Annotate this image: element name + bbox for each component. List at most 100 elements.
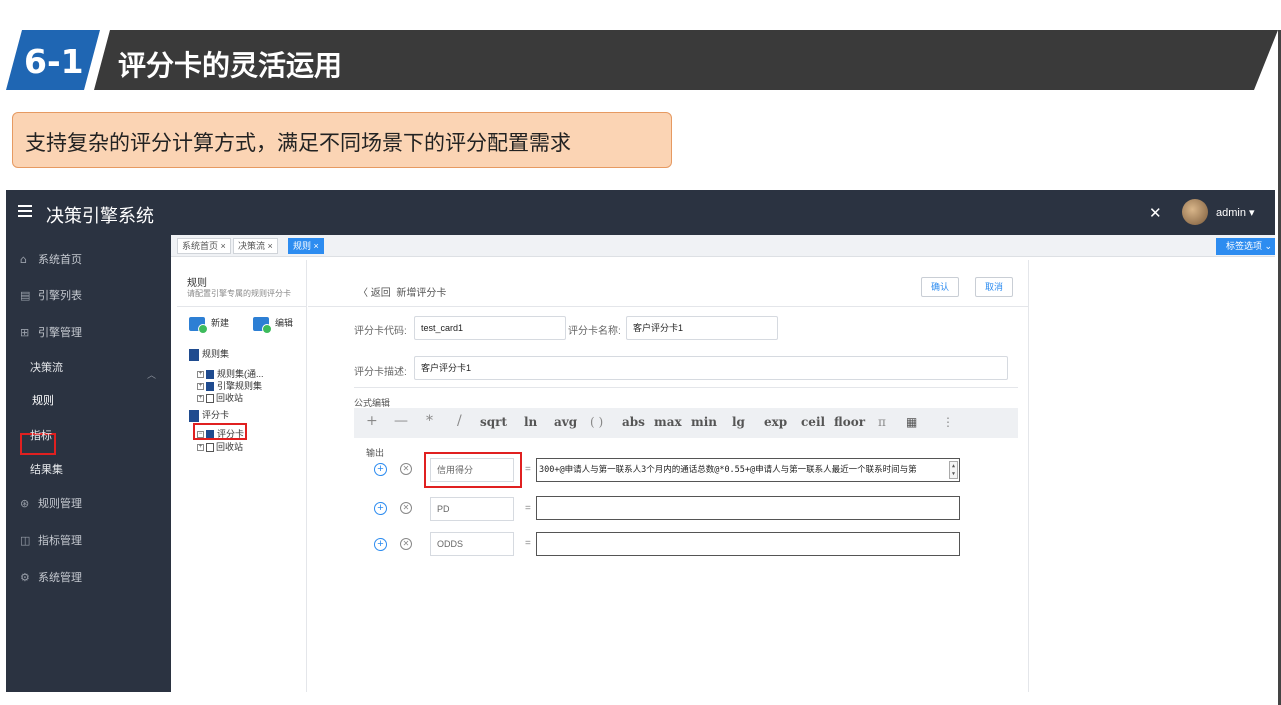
app-title: 决策引擎系统 (46, 206, 154, 227)
formula-input[interactable]: 300+@申请人与第一联系人3个月内的通话总数@*0.55+@申请人与第一联系人… (536, 458, 960, 482)
ln-function[interactable]: ln (524, 415, 537, 429)
sidebar-item-engine-manage[interactable]: ⊞ 引擎管理 (20, 324, 82, 340)
max-function[interactable]: max (654, 415, 682, 429)
parentheses-operator[interactable]: ( ) (590, 415, 603, 429)
sidebar-item-indicator-manage[interactable]: ◫ 指标管理 (20, 532, 82, 548)
tab-home[interactable]: 系统首页 × (177, 238, 231, 254)
back-link[interactable]: 〈 返回 新增评分卡 (358, 284, 446, 299)
avg-function[interactable]: avg (554, 415, 577, 429)
menu-icon[interactable] (18, 205, 32, 217)
floor-function[interactable]: floor (834, 415, 865, 429)
tree-node-scorecard-recycle[interactable]: + 回收站 (197, 440, 243, 453)
user-menu[interactable]: admin ▾ (1216, 206, 1255, 219)
table-icon[interactable]: ▦ (906, 415, 917, 429)
new-button[interactable]: 新建 (189, 316, 230, 334)
tab-decision-flow[interactable]: 决策流 × (233, 238, 278, 254)
sqrt-function[interactable]: sqrt (480, 415, 507, 429)
add-row-icon[interactable]: + (374, 502, 387, 515)
spinner-icon[interactable]: ▲ ▼ (949, 461, 958, 479)
sidebar-item-label: 规则管理 (38, 497, 82, 510)
remove-row-icon[interactable]: ✕ (400, 463, 412, 475)
add-row-icon[interactable]: + (374, 538, 387, 551)
tree-node-recycle-bin[interactable]: + 回收站 (197, 391, 243, 404)
code-input[interactable]: test_card1 (414, 316, 566, 340)
sidebar-item-label: 引擎管理 (38, 326, 82, 339)
formula-text: 300+@申请人与第一联系人3个月内的通话总数@*0.55+@申请人与第一联系人… (539, 465, 917, 475)
sidebar-item-indicator[interactable]: 指标 (30, 427, 52, 443)
equals-sign: = (525, 538, 531, 549)
cancel-button[interactable]: 取消 (975, 277, 1013, 297)
edit-button[interactable]: 编辑 (253, 316, 293, 334)
add-row-icon[interactable]: + (374, 463, 387, 476)
chevron-up-icon[interactable]: ︿ (147, 368, 156, 381)
lg-function[interactable]: lg (732, 415, 745, 429)
top-bar: 决策引擎系统 ✕ admin ▾ (6, 190, 1275, 235)
code-label: 评分卡代码: (354, 326, 407, 337)
trash-icon (206, 443, 214, 453)
book-icon: ◫ (20, 534, 31, 547)
slide-header: 6-1 评分卡的灵活运用 (0, 30, 1281, 90)
tree-node-label: 规则集(通... (217, 369, 264, 379)
sidebar-item-system-manage[interactable]: ⚙ 系统管理 (20, 569, 82, 585)
ceil-function[interactable]: ceil (801, 415, 825, 429)
exp-function[interactable]: exp (764, 415, 787, 429)
desc-input[interactable]: 客户评分卡1 (414, 356, 1008, 380)
tree-node-ruleset[interactable]: 规则集 (189, 347, 229, 361)
slide-number: 6-1 (24, 42, 84, 81)
divide-operator[interactable]: / (457, 413, 462, 429)
sidebar-item-label: 指标管理 (38, 534, 82, 547)
folder-add-icon (189, 316, 208, 334)
tab-bar: 系统首页 × 决策流 × 规则 × (171, 235, 1275, 257)
slide: 6-1 评分卡的灵活运用 支持复杂的评分计算方式，满足不同场景下的评分配置需求 … (0, 0, 1281, 705)
tree-node-label: 回收站 (216, 442, 244, 452)
callout-box: 支持复杂的评分计算方式，满足不同场景下的评分配置需求 (12, 112, 672, 168)
tree-node-scorecard-root[interactable]: 评分卡 (189, 408, 229, 422)
sidebar-item-label: 系统首页 (38, 253, 82, 266)
sidebar-item-engine-list[interactable]: ▤ 引擎列表 (20, 287, 82, 303)
back-label: 〈 返回 (358, 288, 391, 299)
minus-operator[interactable]: — (394, 413, 408, 429)
home-icon: ⌂ (20, 253, 27, 266)
tag-options-button[interactable]: 标签选项 ⌄ (1216, 238, 1275, 255)
folder-icon (206, 370, 214, 380)
sidebar-item-rule-manage[interactable]: ⊛ 规则管理 (20, 495, 82, 511)
tab-rules[interactable]: 规则 × (288, 238, 324, 254)
output-label: 输出 (366, 448, 385, 458)
more-icon[interactable]: ⋮ (942, 415, 954, 429)
avatar[interactable] (1182, 199, 1208, 225)
slide-title: 评分卡的灵活运用 (118, 49, 343, 82)
confirm-button[interactable]: 确认 (921, 277, 959, 297)
formula-input[interactable] (536, 532, 960, 556)
scorecard-form: 〈 返回 新增评分卡 确认 取消 评分卡代码: test_card1 评分卡名称… (308, 260, 1029, 692)
plus-operator[interactable]: + (366, 413, 378, 429)
fullscreen-icon[interactable]: ✕ (1149, 204, 1162, 222)
min-function[interactable]: min (691, 415, 717, 429)
main-content: 规则 请配置引擎专属的规则评分卡 新建 编辑 规则集 + 规则集(通... + 引擎… (177, 260, 1275, 692)
sidebar-item-rules[interactable]: 规则 (32, 392, 54, 408)
sidebar-item-label: 引擎列表 (38, 289, 82, 302)
output-var-input[interactable]: PD (430, 497, 514, 521)
equals-sign: = (525, 464, 531, 475)
rule-tree-panel: 规则 请配置引擎专属的规则评分卡 新建 编辑 规则集 + 规则集(通... + 引擎… (177, 260, 307, 692)
scorecard-highlight-box (193, 423, 247, 440)
abs-function[interactable]: abs (622, 415, 645, 429)
var-highlight-box (424, 452, 522, 488)
expand-icon: + (197, 395, 204, 403)
sidebar: ⌂ 系统首页 ▤ 引擎列表 ⊞ 引擎管理 ︿ 决策流 规则 指标 结果集 ⊛ 规则管理 … (6, 235, 171, 692)
rule-icon: ⊛ (20, 497, 30, 510)
sidebar-item-result-set[interactable]: 结果集 (30, 461, 63, 477)
sidebar-item-decision-flow[interactable]: 决策流 (30, 359, 63, 375)
output-var-input[interactable]: ODDS (430, 532, 514, 556)
new-label: 新建 (211, 318, 230, 328)
multiply-operator[interactable]: * (426, 413, 433, 429)
remove-row-icon[interactable]: ✕ (400, 538, 412, 550)
folder-icon (206, 382, 214, 392)
pi-constant[interactable]: π (878, 415, 886, 429)
remove-row-icon[interactable]: ✕ (400, 502, 412, 514)
divider (354, 387, 1018, 388)
name-input[interactable]: 客户评分卡1 (626, 316, 778, 340)
formula-input[interactable] (536, 496, 960, 520)
sidebar-item-home[interactable]: ⌂ 系统首页 (20, 251, 82, 267)
trash-icon (206, 394, 214, 404)
tree-subtitle: 请配置引擎专属的规则评分卡 (187, 289, 291, 298)
